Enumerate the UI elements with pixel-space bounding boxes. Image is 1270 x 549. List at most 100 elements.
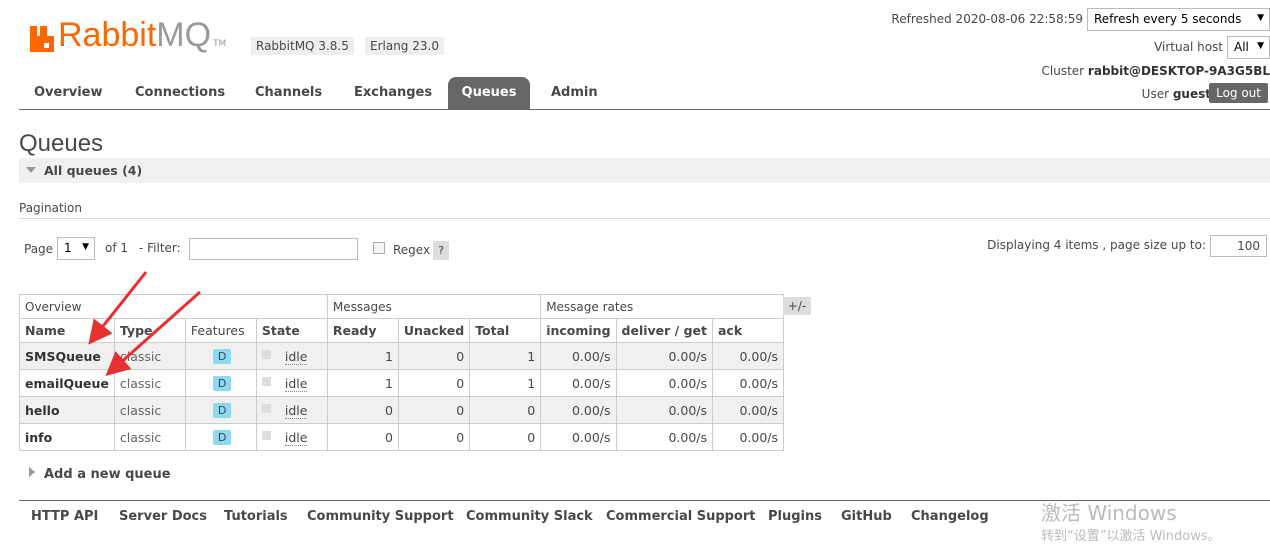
- windows-activation-watermark-text: 转到“设置”以激活 Windows。: [1041, 529, 1221, 544]
- col-name[interactable]: Name: [19, 318, 115, 343]
- queue-deliver-get: 0.00/s: [615, 396, 714, 424]
- tab-connections[interactable]: Connections: [120, 77, 240, 109]
- col-state[interactable]: State: [255, 318, 328, 343]
- group-header-message-rates: Message rates: [540, 294, 784, 319]
- footer-link-community-support[interactable]: Community Support: [307, 509, 454, 524]
- refresh-interval-select[interactable]: Refresh every 5 seconds ▼: [1087, 8, 1270, 31]
- queue-ack: 0.00/s: [712, 369, 784, 397]
- table-row[interactable]: info classic D idle 0 0 0 0.00/s 0.00/s …: [19, 423, 784, 451]
- queue-state: idle: [255, 342, 328, 370]
- footer-link-tutorials[interactable]: Tutorials: [224, 509, 288, 524]
- tab-queues[interactable]: Queues: [448, 77, 530, 109]
- queue-state: idle: [255, 423, 328, 451]
- regex-help-button[interactable]: ?: [433, 241, 449, 260]
- queue-incoming: 0.00/s: [540, 423, 617, 451]
- page-label: Page: [24, 242, 54, 256]
- queue-name-link[interactable]: emailQueue: [19, 369, 115, 397]
- pagination-divider: [19, 218, 1270, 219]
- queue-state: idle: [255, 369, 328, 397]
- durable-badge: D: [212, 403, 232, 418]
- queue-total: 0: [469, 396, 542, 424]
- durable-badge: D: [212, 376, 232, 391]
- logo-wordmark: RabbitMQ: [58, 16, 212, 54]
- col-features[interactable]: Features: [184, 318, 257, 343]
- queue-ack: 0.00/s: [712, 396, 784, 424]
- tab-overview[interactable]: Overview: [19, 77, 118, 109]
- queue-deliver-get: 0.00/s: [615, 423, 714, 451]
- page-size-input[interactable]: 100: [1210, 235, 1267, 257]
- cluster-info: Cluster rabbit@DESKTOP-9A3G5BL: [1041, 64, 1270, 78]
- durable-badge: D: [212, 349, 232, 364]
- rabbitmq-logo-icon: [30, 24, 54, 52]
- regex-checkbox[interactable]: [373, 242, 385, 254]
- state-indicator-icon: [261, 430, 271, 440]
- durable-badge: D: [212, 430, 232, 445]
- version-badge: RabbitMQ 3.8.5: [251, 37, 354, 55]
- col-ready[interactable]: Ready: [326, 318, 399, 343]
- chevron-down-icon: ▼: [1257, 41, 1264, 51]
- col-deliver-get[interactable]: deliver / get: [615, 318, 714, 343]
- footer-link-commercial-support[interactable]: Commercial Support: [606, 509, 756, 524]
- tab-exchanges[interactable]: Exchanges: [339, 77, 447, 109]
- rabbitmq-logo[interactable]: RabbitMQ TM: [30, 18, 226, 52]
- virtual-host-select[interactable]: All ▼: [1227, 36, 1270, 59]
- col-unacked[interactable]: Unacked: [397, 318, 471, 343]
- col-total[interactable]: Total: [469, 318, 542, 343]
- queue-features: D: [184, 342, 257, 370]
- refreshed-timestamp: Refreshed 2020-08-06 22:58:59: [891, 12, 1083, 26]
- windows-activation-watermark-title: 激活 Windows: [1041, 501, 1177, 525]
- queue-ready: 0: [326, 396, 399, 424]
- cluster-name: rabbit@DESKTOP-9A3G5BL: [1087, 64, 1270, 78]
- tab-channels[interactable]: Channels: [240, 77, 337, 109]
- queue-deliver-get: 0.00/s: [615, 369, 714, 397]
- page-select[interactable]: 1 ▼: [57, 237, 95, 260]
- table-row[interactable]: hello classic D idle 0 0 0 0.00/s 0.00/s…: [19, 396, 784, 424]
- queues-table: Overview Messages Message rates Name Typ…: [19, 294, 784, 451]
- queue-ready: 1: [326, 369, 399, 397]
- page-count-label: of 1: [105, 241, 129, 255]
- footer-link-changelog[interactable]: Changelog: [911, 509, 989, 524]
- chevron-down-icon: ▼: [1257, 13, 1264, 23]
- queue-name-link[interactable]: info: [19, 423, 115, 451]
- add-new-queue-toggle[interactable]: Add a new queue: [29, 467, 171, 482]
- pagination-label: Pagination: [19, 201, 82, 215]
- filter-label: - Filter:: [139, 241, 181, 255]
- queue-incoming: 0.00/s: [540, 369, 617, 397]
- queue-state: idle: [255, 396, 328, 424]
- section-label: All queues (4): [44, 163, 143, 178]
- queue-unacked: 0: [397, 423, 471, 451]
- queue-name-link[interactable]: hello: [19, 396, 115, 424]
- state-indicator-icon: [261, 376, 271, 386]
- queue-ack: 0.00/s: [712, 342, 784, 370]
- col-incoming[interactable]: incoming: [540, 318, 617, 343]
- footer-link-server-docs[interactable]: Server Docs: [119, 509, 207, 524]
- filter-input[interactable]: [189, 238, 358, 260]
- queue-incoming: 0.00/s: [540, 396, 617, 424]
- chevron-down-icon: ▼: [82, 242, 89, 252]
- erlang-badge: Erlang 23.0: [365, 37, 444, 55]
- footer-link-plugins[interactable]: Plugins: [768, 509, 822, 524]
- queue-name-link[interactable]: SMSQueue: [19, 342, 115, 370]
- table-row[interactable]: emailQueue classic D idle 1 0 1 0.00/s 0…: [19, 369, 784, 397]
- queue-features: D: [184, 396, 257, 424]
- regex-label: Regex: [393, 243, 431, 257]
- queue-features: D: [184, 423, 257, 451]
- queue-total: 0: [469, 423, 542, 451]
- footer-link-http-api[interactable]: HTTP API: [31, 509, 98, 524]
- queue-incoming: 0.00/s: [540, 342, 617, 370]
- tab-admin[interactable]: Admin: [536, 77, 613, 109]
- queue-ready: 0: [326, 423, 399, 451]
- table-row[interactable]: SMSQueue classic D idle 1 0 1 0.00/s 0.0…: [19, 342, 784, 370]
- collapse-triangle-icon: [26, 167, 36, 173]
- all-queues-section-toggle[interactable]: All queues (4): [19, 158, 1270, 183]
- col-type[interactable]: Type: [113, 318, 186, 343]
- footer-link-github[interactable]: GitHub: [841, 509, 892, 524]
- col-ack[interactable]: ack: [712, 318, 784, 343]
- footer-link-community-slack[interactable]: Community Slack: [466, 509, 593, 524]
- column-toggle-button[interactable]: +/-: [783, 297, 811, 315]
- queue-total: 1: [469, 369, 542, 397]
- queue-type: classic: [113, 423, 186, 451]
- expand-triangle-icon: [29, 467, 35, 477]
- queue-type: classic: [113, 396, 186, 424]
- page-title: Queues: [19, 130, 104, 157]
